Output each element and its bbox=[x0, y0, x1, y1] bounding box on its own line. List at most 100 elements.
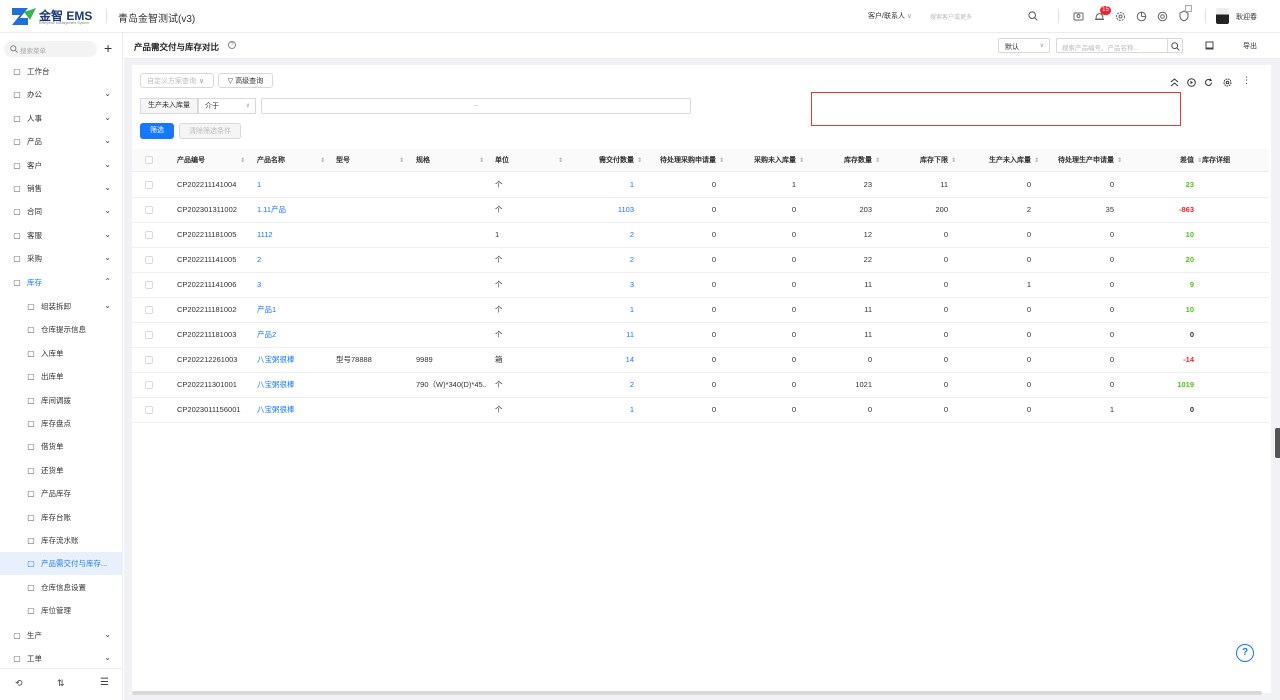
collapse-menu-icon[interactable]: ☰ bbox=[100, 677, 109, 688]
sort-icon[interactable]: ⇕ bbox=[875, 150, 880, 172]
row-checkbox[interactable] bbox=[145, 381, 153, 389]
table-row[interactable]: CP202211181002 产品1 个 1 0 0 11 0 0 0 10 bbox=[132, 298, 1269, 323]
sort-icon[interactable]: ⇕ bbox=[399, 150, 404, 172]
collapse-up-icon[interactable] bbox=[1170, 78, 1179, 87]
sidebar-item[interactable]: ▢ 还货单 bbox=[0, 459, 123, 482]
sidebar-item[interactable]: ▢ 工作台 bbox=[0, 60, 123, 83]
history-icon[interactable]: ⟲ bbox=[15, 678, 23, 689]
sidebar-item[interactable]: ▢ 客户 ⌄ bbox=[0, 154, 123, 177]
sidebar-item[interactable]: ▢ 库间调拨 bbox=[0, 389, 123, 412]
column-header[interactable]: 规格 ⇕ bbox=[416, 150, 486, 172]
horizontal-scrollbar[interactable] bbox=[132, 691, 1262, 695]
search-icon[interactable] bbox=[1028, 11, 1038, 21]
filter-range-input[interactable]: ~ bbox=[261, 98, 691, 114]
table-row[interactable]: CP2023011156001 八宝粥很棒 个 1 0 0 0 0 0 1 0 bbox=[132, 398, 1269, 423]
clear-filter-button[interactable]: 清除筛选条件 bbox=[179, 123, 241, 139]
sidebar-item[interactable]: ▢ 销售 ⌄ bbox=[0, 177, 123, 200]
gear-icon[interactable] bbox=[1115, 11, 1126, 22]
column-header[interactable]: 库存详细 bbox=[1202, 150, 1262, 172]
sort-icon[interactable]: ⇕ bbox=[799, 150, 804, 172]
cell-deliver[interactable]: 1 bbox=[574, 398, 642, 423]
sidebar-item[interactable]: ▢ 工单 ⌄ bbox=[0, 647, 123, 670]
sort-icon[interactable]: ⇕ bbox=[320, 150, 325, 172]
table-row[interactable]: CP202212261003 八宝粥很棒 型号78888 9989 箱 14 0 0 0 0 0 0 -… bbox=[132, 348, 1269, 373]
help-float-button[interactable]: ? bbox=[1236, 644, 1254, 662]
cell-deliver[interactable]: 2 bbox=[574, 373, 642, 398]
sidebar-item[interactable]: ▢ 库存 ⌃ bbox=[0, 271, 123, 294]
select-all-checkbox[interactable] bbox=[145, 156, 153, 164]
row-checkbox[interactable] bbox=[145, 256, 153, 264]
sidebar-item[interactable]: ▢ 合同 ⌄ bbox=[0, 200, 123, 223]
sidebar-item[interactable]: ▢ 出库单 bbox=[0, 365, 123, 388]
avatar[interactable] bbox=[1216, 8, 1229, 24]
sort-icon[interactable]: ⇕ bbox=[1034, 150, 1039, 172]
cell-name[interactable]: 八宝粥很棒 bbox=[257, 373, 327, 398]
cell-name[interactable]: 1112 bbox=[257, 223, 327, 248]
sidebar-item[interactable]: ▢ 库存流水账 bbox=[0, 529, 123, 552]
sidebar-item[interactable]: ▢ 入库单 bbox=[0, 342, 123, 365]
add-icon[interactable]: + bbox=[104, 39, 112, 57]
row-checkbox[interactable] bbox=[145, 231, 153, 239]
sidebar-item[interactable]: ▢ 借货单 bbox=[0, 435, 123, 458]
column-header[interactable]: 库存下限 ⇕ bbox=[888, 150, 956, 172]
menu-search-input[interactable]: 搜索菜单 bbox=[4, 41, 97, 57]
sort-icon[interactable]: ⇕ bbox=[719, 150, 724, 172]
sidebar-item[interactable]: ▢ 库位管理 bbox=[0, 599, 123, 622]
table-row[interactable]: CP202211301001 八宝粥很棒 790（W)*340(D)*45... 个 2… bbox=[132, 373, 1269, 398]
column-header[interactable]: 产品名称 ⇕ bbox=[257, 150, 327, 172]
sort-icon[interactable]: ⇕ bbox=[951, 150, 956, 172]
column-header[interactable]: 需交付数量 ⇕ bbox=[574, 150, 642, 172]
sort-icon[interactable]: ⇕ bbox=[637, 150, 642, 172]
filter-button[interactable]: 筛选 bbox=[140, 123, 174, 139]
row-checkbox[interactable] bbox=[145, 356, 153, 364]
cell-name[interactable]: 3 bbox=[257, 273, 327, 298]
row-checkbox[interactable] bbox=[145, 406, 153, 414]
cell-name[interactable]: 1 bbox=[257, 173, 327, 198]
sort-icon[interactable]: ⇕ bbox=[479, 150, 484, 172]
column-header[interactable]: 采购未入库量 ⇕ bbox=[732, 150, 804, 172]
gear-icon[interactable] bbox=[1223, 78, 1232, 87]
company-name[interactable]: 青岛金智测试(v3) bbox=[118, 10, 195, 25]
cell-name[interactable]: 2 bbox=[257, 248, 327, 273]
contacts-icon[interactable] bbox=[1073, 11, 1084, 22]
advanced-query-button[interactable]: ▽ 高级查询 bbox=[218, 73, 273, 88]
sidebar-item[interactable]: ▢ 客服 ⌄ bbox=[0, 224, 123, 247]
global-search-input[interactable]: 搜索客户或更多 bbox=[930, 12, 972, 21]
column-header[interactable]: 单位 ⇕ bbox=[495, 150, 565, 172]
sort-icon[interactable]: ⇅ bbox=[57, 678, 65, 689]
column-header[interactable]: 生产未入库量 ⇕ bbox=[967, 150, 1039, 172]
cell-deliver[interactable]: 1 bbox=[574, 173, 642, 198]
cell-deliver[interactable]: 2 bbox=[574, 223, 642, 248]
sidebar-item[interactable]: ▢ 产品库存 bbox=[0, 482, 123, 505]
sort-icon[interactable]: ⇕ bbox=[1117, 150, 1122, 172]
column-header[interactable]: 待处理生产申请量 ⇕ bbox=[1047, 150, 1122, 172]
add-circle-icon[interactable] bbox=[1187, 78, 1196, 87]
sidebar-item[interactable]: ▢ 办公 ⌄ bbox=[0, 83, 123, 106]
table-row[interactable]: CP202211181005 1112 1 2 0 0 12 0 0 0 10 bbox=[132, 223, 1269, 248]
help-circle-icon[interactable] bbox=[1157, 11, 1168, 22]
cell-name[interactable]: 产品2 bbox=[257, 323, 327, 348]
cell-deliver[interactable]: 1 bbox=[574, 298, 642, 323]
column-header[interactable]: 型号 ⇕ bbox=[336, 150, 406, 172]
sidebar-item[interactable]: ▢ 产品需交付与库存... bbox=[0, 552, 123, 576]
table-row[interactable]: CP202211141005 2 个 2 0 0 22 0 0 0 20 bbox=[132, 248, 1269, 273]
table-row[interactable]: CP202211141004 1 个 1 0 1 23 11 0 0 23 bbox=[132, 173, 1269, 198]
side-handle[interactable] bbox=[1275, 428, 1280, 458]
cell-name[interactable]: 八宝粥很棒 bbox=[257, 398, 327, 423]
cell-name[interactable]: 产品1 bbox=[257, 298, 327, 323]
cell-deliver[interactable]: 1103 bbox=[574, 198, 642, 223]
product-search-input[interactable]: 搜索产品编号、产品名称... bbox=[1056, 38, 1168, 53]
sidebar-item[interactable]: ▢ 产品 ⌄ bbox=[0, 130, 123, 153]
user-name[interactable]: 耿迎春 bbox=[1236, 12, 1257, 22]
cell-name[interactable]: 八宝粥很棒 bbox=[257, 348, 327, 373]
sort-icon[interactable]: ⇕ bbox=[558, 150, 563, 172]
sidebar-item[interactable]: ▢ 组装拆卸 ⌄ bbox=[0, 295, 123, 318]
logo[interactable]: 金智 EMS Enterprise Management System bbox=[12, 7, 100, 27]
sidebar-item[interactable]: ▢ 库存台账 bbox=[0, 506, 123, 529]
sidebar-item[interactable]: ▢ 人事 ⌄ bbox=[0, 107, 123, 130]
more-vertical-icon[interactable]: ⋮ bbox=[1242, 76, 1251, 85]
cell-deliver[interactable]: 11 bbox=[574, 323, 642, 348]
sidebar-item[interactable]: ▢ 生产 ⌄ bbox=[0, 624, 123, 647]
row-checkbox[interactable] bbox=[145, 331, 153, 339]
refresh-icon[interactable] bbox=[1204, 78, 1213, 87]
